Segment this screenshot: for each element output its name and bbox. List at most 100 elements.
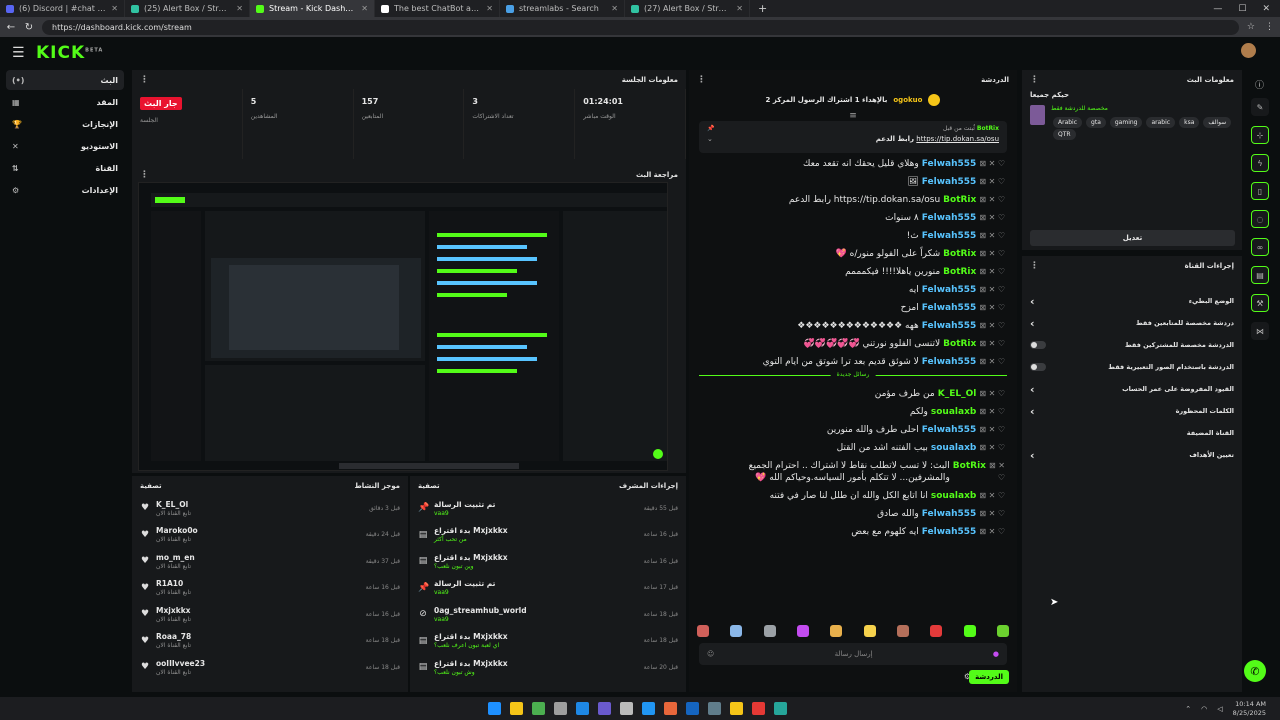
- activity-filter[interactable]: تصفية: [140, 482, 162, 490]
- stream-tag[interactable]: سوالف: [1203, 117, 1232, 128]
- close-window-icon[interactable]: ✕: [1262, 4, 1270, 14]
- stream-tag[interactable]: gta: [1086, 117, 1106, 128]
- kick-logo[interactable]: KICKBETA: [36, 43, 103, 63]
- channel-action-item[interactable]: دردشة مخصصة للمتابعين فقط ›: [1022, 312, 1242, 334]
- chat-username[interactable]: soualaxb: [931, 406, 976, 418]
- chat-username[interactable]: Felwah555: [922, 302, 977, 314]
- clock[interactable]: 10:14 AM 8/25/2025: [1233, 700, 1266, 718]
- reload-icon[interactable]: ↻: [24, 22, 34, 33]
- share-icon[interactable]: ⋈: [1251, 322, 1269, 340]
- taskbar-app-icon[interactable]: [488, 702, 501, 715]
- chat-username[interactable]: Felwah555: [922, 230, 977, 242]
- close-icon[interactable]: ✕: [111, 4, 118, 13]
- menu-icon[interactable]: ☰: [12, 45, 28, 61]
- channel-action-item[interactable]: الوضع البطيء ›: [1022, 290, 1242, 312]
- emote-icon[interactable]: [996, 625, 1009, 637]
- channel-action-item[interactable]: الدردشة باستخدام الصور التعبيرية فقط: [1022, 356, 1242, 378]
- chat-username[interactable]: Felwah555: [922, 158, 977, 170]
- taskbar-app-icon[interactable]: [730, 702, 743, 715]
- taskbar-app-icon[interactable]: [510, 702, 523, 715]
- emoji-icon[interactable]: ☺: [707, 650, 714, 658]
- more-icon[interactable]: ⋮: [140, 170, 149, 180]
- emote-icon[interactable]: [697, 625, 709, 637]
- browser-tab[interactable]: (27) Alert Box / Streamlabs ✕: [625, 0, 750, 17]
- browser-tab[interactable]: (6) Discord | #chat | Vaa9 ✕: [0, 0, 125, 17]
- chat-username[interactable]: Felwah555: [922, 176, 977, 188]
- chat-username[interactable]: BotRix: [943, 266, 976, 278]
- support-chat-icon[interactable]: ✆: [1244, 660, 1266, 682]
- star-icon[interactable]: ☆: [1247, 22, 1255, 32]
- sidebar-item[interactable]: القناة ⇅: [6, 158, 124, 178]
- chat-username[interactable]: BotRix: [943, 194, 976, 206]
- pin-icon[interactable]: 📌: [707, 125, 714, 132]
- taskbar-app-icon[interactable]: [752, 702, 765, 715]
- more-icon[interactable]: ⋮: [697, 75, 706, 85]
- emote-icon[interactable]: [863, 625, 876, 637]
- taskbar-app-icon[interactable]: [664, 702, 677, 715]
- modlog-filter[interactable]: تصفية: [418, 482, 440, 490]
- wifi-icon[interactable]: ◠: [1201, 705, 1207, 713]
- volume-icon[interactable]: ◁: [1217, 705, 1222, 713]
- taskbar-app-icon[interactable]: [686, 702, 699, 715]
- maximize-icon[interactable]: ☐: [1238, 4, 1246, 14]
- stream-tag[interactable]: Arabic: [1053, 117, 1083, 128]
- chat-send-button[interactable]: الدردشة: [969, 670, 1009, 684]
- chevron-up-icon[interactable]: ⌃: [1185, 705, 1191, 713]
- edit-button[interactable]: تعديل: [1030, 230, 1235, 246]
- extensions-icon[interactable]: ⋮: [1265, 22, 1274, 32]
- taskbar-app-icon[interactable]: [554, 702, 567, 715]
- browser-tab[interactable]: (25) Alert Box / Streamlabs ✕: [125, 0, 250, 17]
- toggle-switch[interactable]: [1030, 363, 1046, 371]
- emote-icon[interactable]: [730, 625, 743, 637]
- stream-tag[interactable]: arabic: [1146, 117, 1176, 128]
- bolt-icon[interactable]: ϟ: [1251, 154, 1269, 172]
- taskbar-app-icon[interactable]: [708, 702, 721, 715]
- info-icon[interactable]: ⓘ: [1255, 78, 1264, 91]
- channel-action-item[interactable]: تعيين الأهداف ›: [1022, 444, 1242, 466]
- avatar[interactable]: [1241, 43, 1256, 58]
- pinned-link[interactable]: https://tip.dokan.sa/osu: [916, 135, 999, 143]
- close-icon[interactable]: ✕: [611, 4, 618, 13]
- stream-preview[interactable]: [138, 182, 668, 471]
- close-icon[interactable]: ✕: [736, 4, 743, 13]
- close-icon[interactable]: ✕: [361, 4, 368, 13]
- stream-tag[interactable]: gaming: [1109, 117, 1143, 128]
- chat-input[interactable]: ☺ إرسال رسالة ●: [699, 643, 1007, 665]
- category-name[interactable]: مخصصة للدردشة فقط: [1051, 105, 1234, 112]
- browser-tab[interactable]: Stream - Kick Dashboard ✕: [250, 0, 375, 17]
- page-icon[interactable]: ▯: [1251, 182, 1269, 200]
- toggle-switch[interactable]: [1030, 341, 1046, 349]
- emote-icon[interactable]: [963, 625, 976, 637]
- sidebar-item[interactable]: الاستوديو ✕: [6, 136, 124, 156]
- pencil-icon[interactable]: ✎: [1251, 98, 1269, 116]
- channel-action-item[interactable]: الدردشة مخصصة للمشتركين فقط: [1022, 334, 1242, 356]
- chat-username[interactable]: Felwah555: [922, 212, 977, 224]
- back-icon[interactable]: ←: [6, 22, 16, 33]
- more-icon[interactable]: ⋮: [1030, 261, 1039, 271]
- taskbar-app-icon[interactable]: [576, 702, 589, 715]
- mic-icon[interactable]: ●: [993, 650, 999, 658]
- chat-username[interactable]: BotRix: [943, 248, 976, 260]
- chat-username[interactable]: Felwah555: [922, 508, 977, 520]
- sidebar-item[interactable]: الإنجازات 🏆: [6, 114, 124, 134]
- new-tab-icon[interactable]: +: [758, 2, 767, 15]
- stream-tag[interactable]: ksa: [1179, 117, 1200, 128]
- stream-tag[interactable]: QTR: [1053, 129, 1076, 140]
- emote-icon[interactable]: [830, 625, 843, 637]
- chat-username[interactable]: Felwah555: [922, 424, 977, 436]
- more-icon[interactable]: ⋮: [1030, 75, 1039, 85]
- taskbar-app-icon[interactable]: [642, 702, 655, 715]
- sidebar-item[interactable]: الإعدادات ⚙: [6, 180, 124, 200]
- chat-username[interactable]: soualaxb: [931, 442, 976, 454]
- chat-username[interactable]: Felwah555: [922, 320, 977, 332]
- chat-username[interactable]: Felwah555: [922, 284, 977, 296]
- chat-username[interactable]: K_EL_Ol: [938, 388, 977, 400]
- link-icon[interactable]: ∞: [1251, 238, 1269, 256]
- taskbar-app-icon[interactable]: [774, 702, 787, 715]
- sidebar-item[interactable]: البث (•): [6, 70, 124, 90]
- clipboard-icon[interactable]: ▤: [1251, 266, 1269, 284]
- chat-username[interactable]: BotRix: [953, 460, 986, 484]
- browser-tab[interactable]: The best ChatBot and Widgets fo ✕: [375, 0, 500, 17]
- browser-tab[interactable]: streamlabs - Search ✕: [500, 0, 625, 17]
- chat-username[interactable]: soualaxb: [931, 490, 976, 502]
